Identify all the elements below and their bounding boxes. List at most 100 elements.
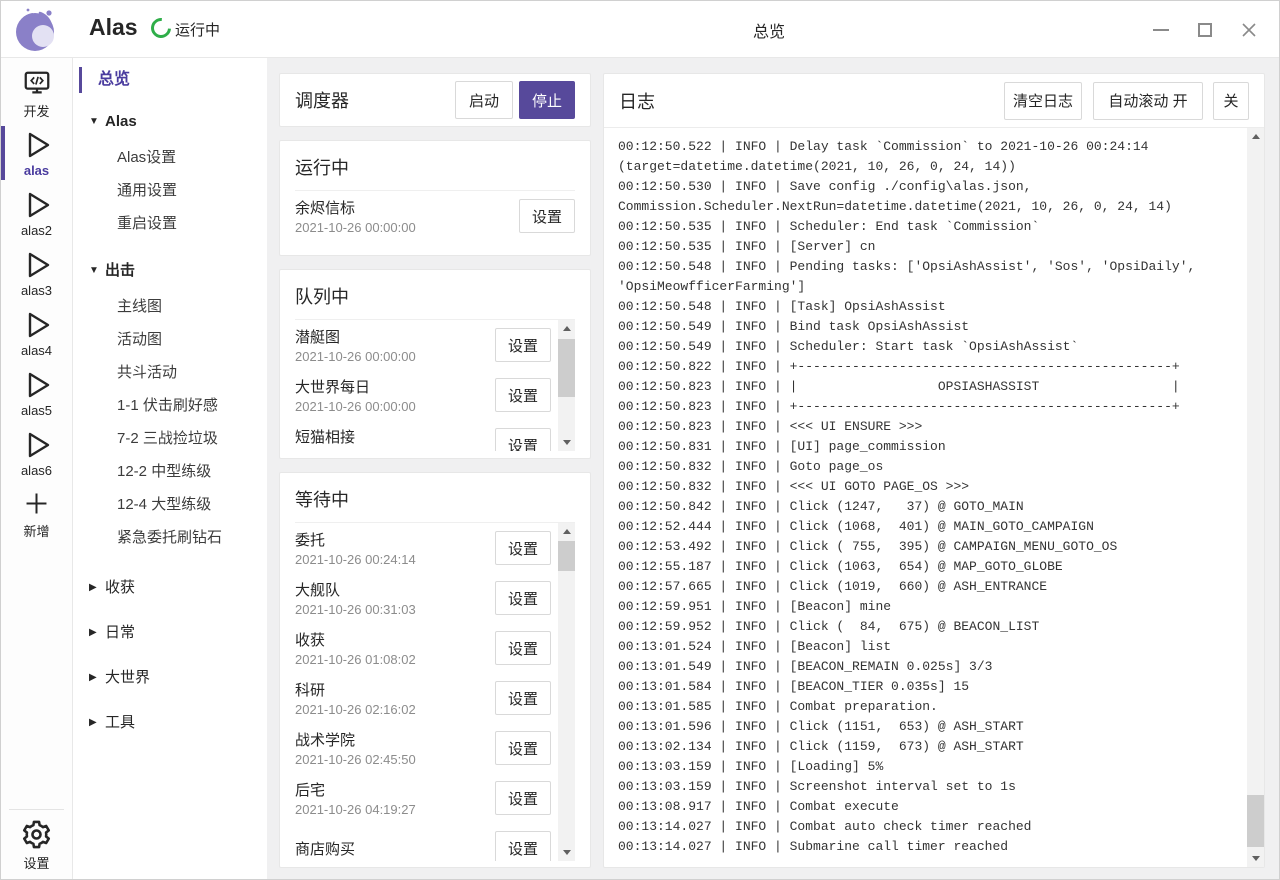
rail-item-label: alas xyxy=(24,163,49,178)
content-area: 调度器 启动 停止 运行中 余烬信标2021-10-26 00:00:00设置 … xyxy=(267,58,1279,879)
rail-item-alas3[interactable]: alas3 xyxy=(1,244,72,302)
log-line: 00:13:03.159 | INFO | Screenshot interva… xyxy=(618,777,1234,797)
task-setting-button[interactable]: 设置 xyxy=(495,531,551,565)
task-next-run-time: 2021-10-26 02:45:50 xyxy=(295,751,495,769)
menu-item[interactable]: 主线图 xyxy=(73,290,267,323)
task-name: 收获 xyxy=(295,630,495,651)
scroll-up-icon[interactable] xyxy=(1247,128,1264,145)
scroll-down-icon[interactable] xyxy=(558,434,575,451)
task-next-run-time: 2021-10-26 00:24:14 xyxy=(295,551,495,569)
menu-section-label: 收获 xyxy=(105,575,135,601)
autoscroll-off-button[interactable]: 关 xyxy=(1213,82,1249,120)
log-line: 00:13:01.524 | INFO | [Beacon] list xyxy=(618,637,1234,657)
menu-item-overview[interactable]: 总览 xyxy=(79,67,267,93)
plus-icon xyxy=(22,486,51,520)
dev-icon xyxy=(22,66,52,100)
task-setting-button[interactable]: 设置 xyxy=(495,631,551,665)
play-icon xyxy=(21,308,53,342)
log-line: 00:12:50.522 | INFO | Delay task `Commis… xyxy=(618,137,1234,157)
menu-section[interactable]: ▼Alas xyxy=(73,109,267,135)
task-row: 科研2021-10-26 02:16:02设置 xyxy=(295,673,551,723)
task-setting-button[interactable]: 设置 xyxy=(495,581,551,615)
task-next-run-time: 2021-10-26 01:08:02 xyxy=(295,651,495,669)
running-spinner-icon xyxy=(147,14,175,42)
app-window: Alas 运行中 总览 开发 alas alas2alas3 alas4 alas5al… xyxy=(0,0,1280,880)
task-name: 大舰队 xyxy=(295,580,495,601)
task-name: 短猫相接 xyxy=(295,427,495,448)
app-header: Alas 运行中 总览 xyxy=(1,1,1279,58)
scrollbar-thumb[interactable] xyxy=(558,339,575,397)
rail-item-alas5[interactable]: alas5 xyxy=(1,364,72,422)
task-row: 潜艇图2021-10-26 00:00:00设置 xyxy=(295,320,551,370)
menu-section[interactable]: ▶大世界 xyxy=(73,665,267,691)
rail-item-alas4[interactable]: alas4 xyxy=(1,304,72,362)
rail-item-settings[interactable]: 设置 xyxy=(9,815,64,875)
log-line: 00:13:03.159 | INFO | [Loading] 5% xyxy=(618,757,1234,777)
log-line: 00:13:01.585 | INFO | Combat preparation… xyxy=(618,697,1234,717)
task-setting-button[interactable]: 设置 xyxy=(495,328,551,362)
scroll-down-icon[interactable] xyxy=(1247,850,1264,867)
menu-item[interactable]: 12-4 大型练级 xyxy=(73,488,267,521)
menu-section[interactable]: ▶日常 xyxy=(73,620,267,646)
menu-item[interactable]: 通用设置 xyxy=(73,174,267,207)
menu-section-label: 出击 xyxy=(105,258,135,284)
waiting-scrollbar[interactable] xyxy=(558,523,575,861)
menu-item[interactable]: 重启设置 xyxy=(73,207,267,240)
minimize-button[interactable] xyxy=(1139,10,1183,50)
caret-right-icon: ▶ xyxy=(89,710,105,736)
task-setting-button[interactable]: 设置 xyxy=(495,831,551,861)
menu-section[interactable]: ▶收获 xyxy=(73,575,267,601)
log-line: 00:12:50.823 | INFO | | OPSIASHASSIST | xyxy=(618,377,1234,397)
log-scrollbar[interactable] xyxy=(1247,128,1264,867)
task-setting-button[interactable]: 设置 xyxy=(519,199,575,233)
rail-item-add[interactable]: 新增 xyxy=(1,484,72,542)
log-line: 00:12:52.444 | INFO | Click (1068, 401) … xyxy=(618,517,1234,537)
rail-item-dev[interactable]: 开发 xyxy=(1,64,72,122)
autoscroll-on-button[interactable]: 自动滚动 开 xyxy=(1093,82,1203,120)
log-line: 00:12:55.187 | INFO | Click (1063, 654) … xyxy=(618,557,1234,577)
scroll-up-icon[interactable] xyxy=(558,320,575,337)
close-button[interactable] xyxy=(1227,10,1271,50)
menu-item[interactable]: 1-1 伏击刷好感 xyxy=(73,389,267,422)
stop-button[interactable]: 停止 xyxy=(519,81,575,119)
running-card: 运行中 余烬信标2021-10-26 00:00:00设置 xyxy=(279,140,591,256)
task-row: 短猫相接2021-10-26 00:00:00设置 xyxy=(295,420,551,451)
task-setting-button[interactable]: 设置 xyxy=(495,781,551,815)
running-title: 运行中 xyxy=(295,154,575,180)
menu-item[interactable]: 紧急委托刷钻石 xyxy=(73,521,267,554)
maximize-button[interactable] xyxy=(1183,10,1227,50)
scroll-down-icon[interactable] xyxy=(558,844,575,861)
pending-scrollbar[interactable] xyxy=(558,320,575,451)
task-setting-button[interactable]: 设置 xyxy=(495,681,551,715)
task-setting-button[interactable]: 设置 xyxy=(495,428,551,451)
menu-item[interactable]: 共斗活动 xyxy=(73,356,267,389)
menu-item[interactable]: 活动图 xyxy=(73,323,267,356)
task-setting-button[interactable]: 设置 xyxy=(495,731,551,765)
task-row: 收获2021-10-26 01:08:02设置 xyxy=(295,623,551,673)
clear-log-button[interactable]: 清空日志 xyxy=(1004,82,1082,120)
task-setting-button[interactable]: 设置 xyxy=(495,378,551,412)
close-icon xyxy=(1241,22,1257,38)
menu-item[interactable]: 7-2 三战捡垃圾 xyxy=(73,422,267,455)
log-line: 00:12:50.823 | INFO | <<< UI ENSURE >>> xyxy=(618,417,1234,437)
scroll-up-icon[interactable] xyxy=(558,523,575,540)
start-button[interactable]: 启动 xyxy=(455,81,513,119)
menu-section[interactable]: ▶工具 xyxy=(73,710,267,736)
log-line: 00:13:01.584 | INFO | [BEACON_TIER 0.035… xyxy=(618,677,1234,697)
menu-item[interactable]: 12-2 中型练级 xyxy=(73,455,267,488)
rail-item-alas6[interactable]: alas6 xyxy=(1,424,72,482)
rail-item-alas2[interactable]: alas2 xyxy=(1,184,72,242)
gear-icon xyxy=(21,818,52,852)
task-row: 战术学院2021-10-26 02:45:50设置 xyxy=(295,723,551,773)
alas-logo-icon xyxy=(13,6,59,52)
menu-section[interactable]: ▼出击 xyxy=(73,258,267,284)
scrollbar-thumb[interactable] xyxy=(1247,795,1264,847)
pending-card: 队列中 潜艇图2021-10-26 00:00:00设置大世界每日2021-10… xyxy=(279,269,591,459)
rail-item-alas[interactable]: alas xyxy=(1,124,72,182)
log-line: 00:12:50.530 | INFO | Save config ./conf… xyxy=(618,177,1234,197)
log-line: 00:12:50.832 | INFO | Goto page_os xyxy=(618,457,1234,477)
menu-item[interactable]: Alas设置 xyxy=(73,141,267,174)
scrollbar-thumb[interactable] xyxy=(558,541,575,571)
rail-item-label: alas4 xyxy=(21,343,52,358)
window-controls xyxy=(1139,1,1271,58)
